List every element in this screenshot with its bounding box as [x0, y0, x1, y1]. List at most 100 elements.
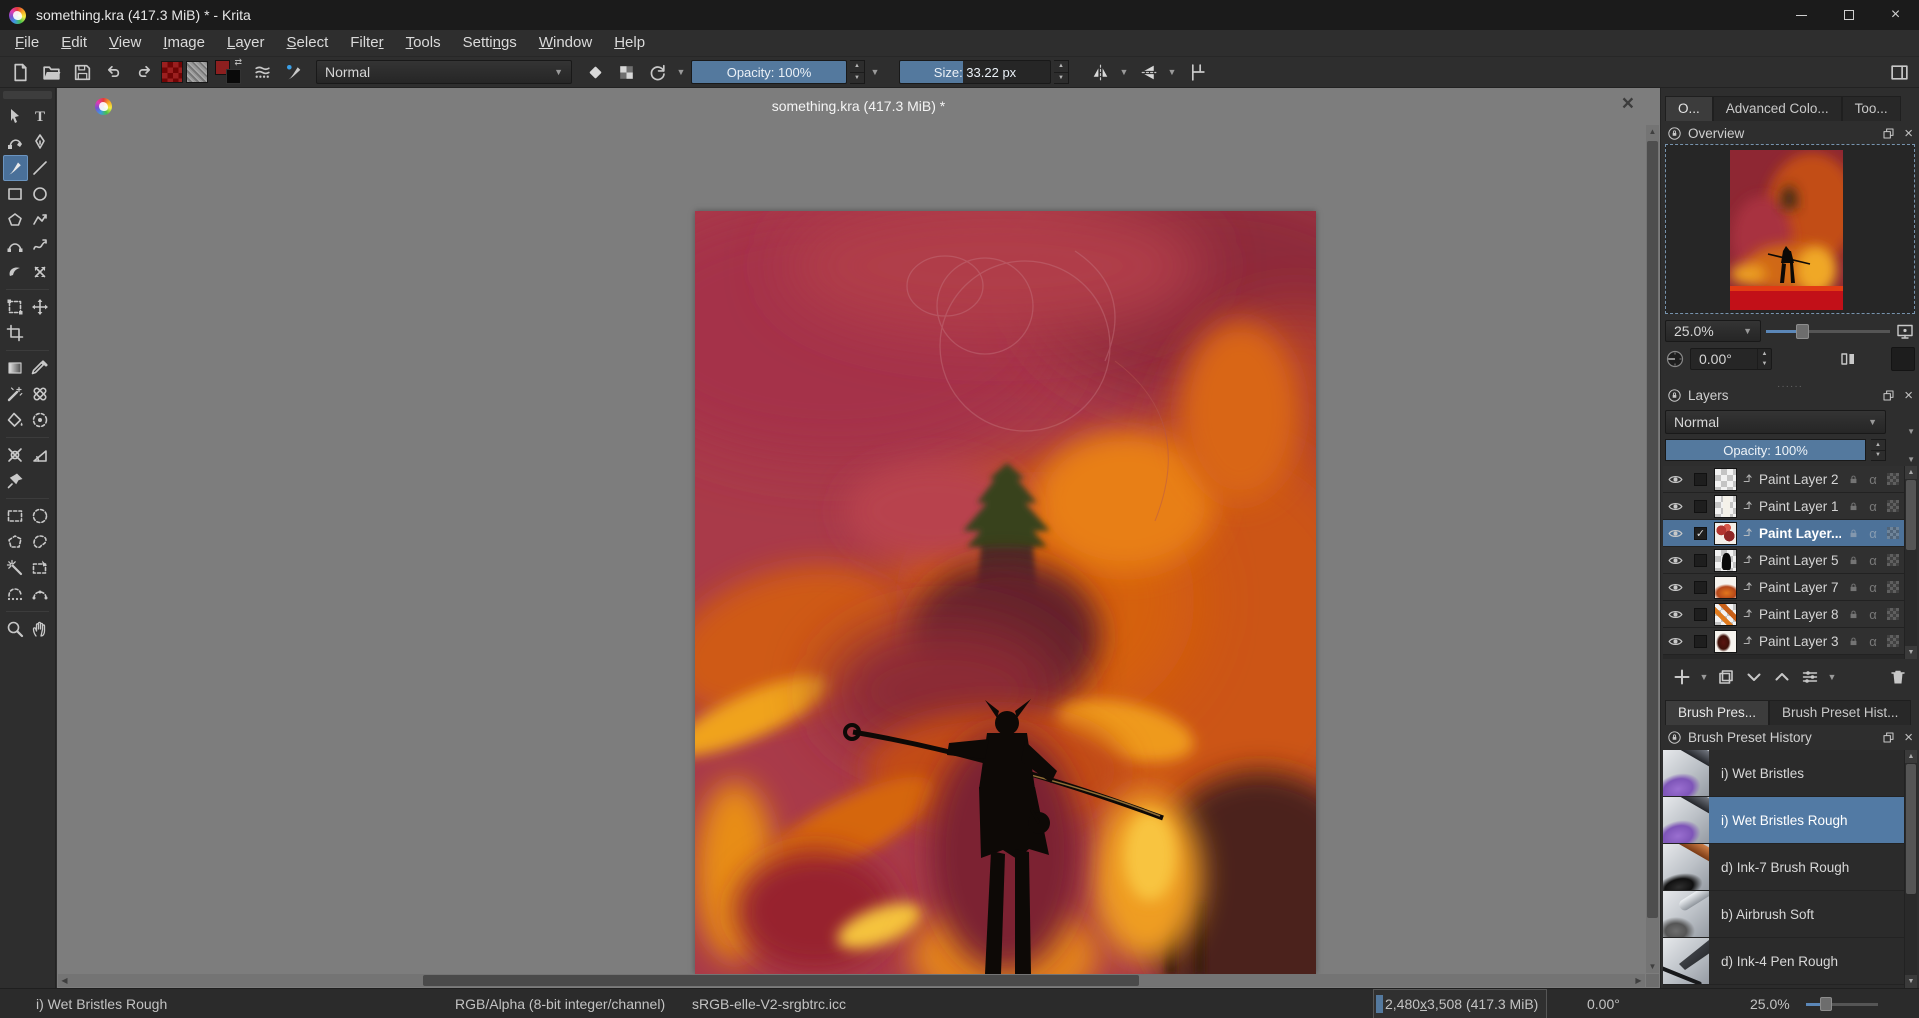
brush-docker-tab[interactable]: Brush Pres... [1665, 700, 1769, 725]
image-dimensions[interactable]: 2,480 x 3,508 (417.3 MiB) [1373, 989, 1547, 1018]
layer-alpha-checker-icon[interactable] [1885, 554, 1901, 566]
layer-row[interactable]: Paint Layer 2 α [1663, 466, 1917, 493]
tool-measure-button[interactable] [28, 442, 53, 468]
layer-name[interactable]: Paint Layer 3 [1759, 634, 1841, 649]
scroll-down-icon[interactable]: ▼ [1905, 975, 1917, 988]
tool-edit-shapes-button[interactable] [3, 129, 28, 155]
menu-file[interactable]: File [4, 30, 50, 56]
layer-alpha-icon[interactable]: α [1865, 607, 1881, 622]
delete-layer-button[interactable] [1885, 664, 1911, 690]
tool-rectangular-selection-button[interactable] [3, 503, 28, 529]
chevron-down-icon[interactable]: ▼ [868, 67, 882, 77]
layer-checkbox[interactable] [1694, 554, 1707, 567]
overview-zoom-slider[interactable] [1766, 320, 1890, 342]
tool-outline-selection-button[interactable] [3, 581, 28, 607]
brush-preset-item[interactable]: d) Ink-7 Brush Rough [1663, 844, 1917, 891]
mirror-view-icon[interactable] [1838, 349, 1858, 369]
layer-alpha-icon[interactable]: α [1865, 526, 1881, 541]
scroll-up-icon[interactable]: ▲ [1905, 750, 1917, 763]
tool-rectangle-button[interactable] [3, 181, 28, 207]
canvas-vertical-scrollbar[interactable]: ▲ ▼ [1646, 125, 1659, 973]
layer-row[interactable]: Paint Layer 5 α [1663, 547, 1917, 574]
canvas-horizontal-scrollbar[interactable]: ◀ ▶ [58, 974, 1645, 987]
brush-size-slider[interactable]: Size: 33.22 px [899, 60, 1051, 84]
scroll-up-icon[interactable]: ▲ [1646, 125, 1659, 138]
layer-name[interactable]: Paint Layer 7 [1759, 580, 1841, 595]
undo-button[interactable] [99, 59, 127, 85]
layer-lock-icon[interactable] [1845, 581, 1861, 594]
brush-preset-item[interactable]: i) Wet Bristles Rough [1663, 797, 1917, 844]
slider-handle[interactable] [1820, 997, 1832, 1011]
tool-transform-button[interactable] [3, 294, 28, 320]
layer-visibility-icon[interactable] [1667, 471, 1687, 488]
tool-elliptical-selection-button[interactable] [28, 503, 53, 529]
menu-image[interactable]: Image [152, 30, 216, 56]
scroll-right-icon[interactable]: ▶ [1632, 974, 1645, 987]
tool-polygonal-selection-button[interactable] [3, 529, 28, 555]
layer-properties-button[interactable] [1797, 664, 1823, 690]
menu-help[interactable]: Help [603, 30, 656, 56]
reload-preset-button[interactable] [643, 59, 671, 85]
move-layer-down-button[interactable] [1741, 664, 1767, 690]
tool-assistants-button[interactable] [3, 442, 28, 468]
maximize-button[interactable] [1825, 0, 1872, 30]
layer-row[interactable]: Paint Layer 1 α [1663, 493, 1917, 520]
tool-calligraphy-button[interactable] [28, 129, 53, 155]
layer-alpha-checker-icon[interactable] [1885, 473, 1901, 485]
rotation-spinbox[interactable]: 0.00° ▲▼ [1690, 348, 1772, 370]
tool-colorize-mask-button[interactable] [3, 381, 28, 407]
menu-edit[interactable]: Edit [50, 30, 98, 56]
tool-polygon-button[interactable] [3, 207, 28, 233]
gradient-chooser-button[interactable] [161, 61, 183, 83]
add-layer-button[interactable] [1669, 664, 1695, 690]
layer-alpha-checker-icon[interactable] [1885, 500, 1901, 512]
layer-visibility-icon[interactable] [1667, 498, 1687, 515]
tool-color-sampler-button[interactable] [28, 355, 53, 381]
pin-overview-button[interactable] [1891, 347, 1915, 371]
layer-lock-icon[interactable] [1845, 554, 1861, 567]
blending-mode-combo[interactable]: Normal ▼ [316, 60, 572, 84]
lock-docker-icon[interactable] [1667, 388, 1682, 403]
tool-fill-button[interactable] [3, 407, 28, 433]
docker-tab[interactable]: Advanced Colo... [1713, 96, 1842, 121]
layer-visibility-icon[interactable] [1667, 525, 1687, 542]
layer-lock-icon[interactable] [1845, 608, 1861, 621]
layer-name[interactable]: Paint Layer 5 [1759, 553, 1841, 568]
pattern-chooser-button[interactable] [186, 61, 208, 83]
layer-visibility-icon[interactable] [1667, 606, 1687, 623]
menu-view[interactable]: View [98, 30, 152, 56]
tool-freehand-brush-button[interactable] [3, 155, 28, 181]
layer-blending-mode-combo[interactable]: Normal ▼ [1665, 410, 1886, 434]
scroll-thumb[interactable] [1906, 764, 1916, 894]
tool-text-button[interactable]: T [28, 103, 53, 129]
layer-name[interactable]: Paint Layer 2 [1759, 472, 1841, 487]
tool-bezier-selection-button[interactable] [28, 555, 53, 581]
tool-freehand-selection-button[interactable] [28, 529, 53, 555]
redo-button[interactable] [130, 59, 158, 85]
layer-checkbox[interactable]: ✓ [1694, 527, 1707, 540]
menu-filter[interactable]: Filter [339, 30, 394, 56]
layer-options-button[interactable]: ▼ [1891, 438, 1915, 462]
close-docker-icon[interactable]: × [1904, 387, 1913, 404]
brush-preset-item[interactable]: b) Airbrush Soft [1663, 891, 1917, 938]
tool-reference-images-button[interactable] [3, 468, 28, 494]
float-docker-icon[interactable] [1881, 388, 1896, 403]
brush-editor-button[interactable] [279, 59, 307, 85]
tool-polyline-button[interactable] [28, 207, 53, 233]
close-docker-icon[interactable]: × [1904, 729, 1913, 746]
tool-ellipse-button[interactable] [28, 181, 53, 207]
scroll-up-icon[interactable]: ▲ [1905, 466, 1917, 479]
layer-lock-icon[interactable] [1845, 500, 1861, 513]
open-document-button[interactable] [37, 59, 65, 85]
layer-row[interactable]: Paint Layer 8 α [1663, 601, 1917, 628]
wrap-around-mode-button[interactable] [1182, 59, 1210, 85]
mirror-horizontal-button[interactable] [1086, 59, 1114, 85]
close-button[interactable]: × [1872, 0, 1919, 30]
layer-checkbox[interactable] [1694, 635, 1707, 648]
layer-alpha-icon[interactable]: α [1865, 553, 1881, 568]
chevron-down-icon[interactable]: ▼ [674, 67, 688, 77]
brush-docker-tab[interactable]: Brush Preset Hist... [1769, 700, 1911, 725]
tool-line-button[interactable] [28, 155, 53, 181]
menu-tools[interactable]: Tools [395, 30, 452, 56]
document-close-icon[interactable]: × [1622, 92, 1634, 116]
